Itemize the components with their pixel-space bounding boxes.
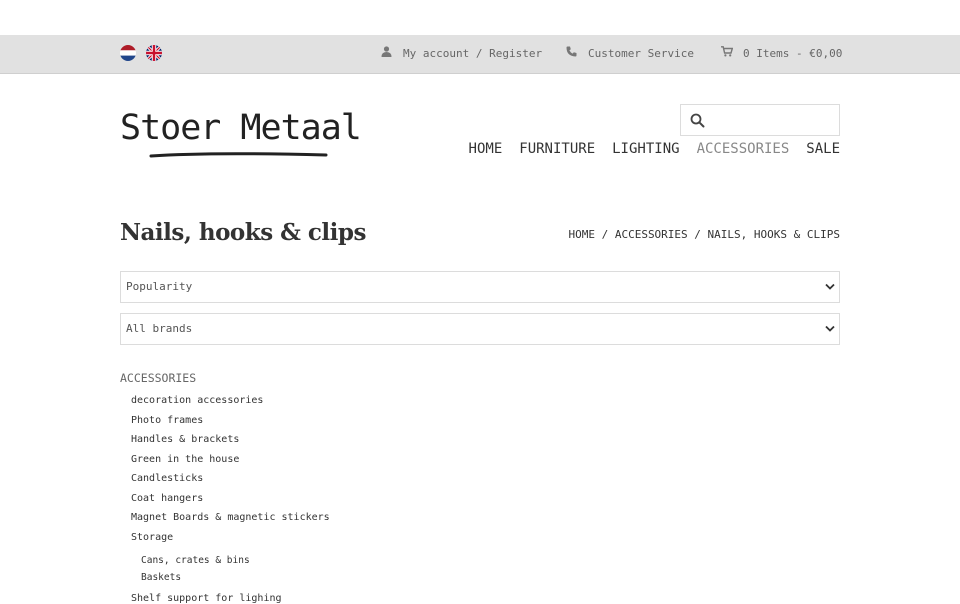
main-nav: HOME FURNITURE LIGHTING ACCESSORIES SALE xyxy=(469,141,840,157)
user-icon xyxy=(381,46,393,60)
breadcrumb[interactable]: HOME / ACCESSORIES / NAILS, HOOKS & CLIP… xyxy=(568,228,840,241)
cart-label: 0 Items - €0,00 xyxy=(743,47,843,60)
logo-underline xyxy=(149,152,328,158)
nav-home[interactable]: HOME xyxy=(469,141,503,157)
account-label: My account / Register xyxy=(403,47,543,60)
dutch-flag-icon[interactable] xyxy=(120,45,136,61)
search-icon[interactable] xyxy=(690,113,705,128)
category-list: decoration accessories Photo frames Hand… xyxy=(131,395,330,551)
nav-furniture[interactable]: FURNITURE xyxy=(519,141,595,157)
phone-icon xyxy=(566,46,578,60)
category-item-handles-brackets[interactable]: Handles & brackets xyxy=(131,434,330,454)
brand-select[interactable]: All brands xyxy=(120,313,840,345)
category-item-decoration-accessories[interactable]: decoration accessories xyxy=(131,395,330,415)
nav-accessories[interactable]: ACCESSORIES xyxy=(697,141,790,157)
cart-icon xyxy=(721,46,734,60)
customer-service-link[interactable]: Customer Service xyxy=(566,46,694,60)
search-box[interactable] xyxy=(680,104,840,136)
category-heading[interactable]: ACCESSORIES xyxy=(120,371,196,385)
chevron-down-icon xyxy=(825,283,835,290)
category-item-coat-hangers[interactable]: Coat hangers xyxy=(131,493,330,513)
category-item-photo-frames[interactable]: Photo frames xyxy=(131,415,330,435)
sort-select-value: Popularity xyxy=(126,280,193,293)
page-title: Nails, hooks & clips xyxy=(120,219,366,246)
logo-text: Stoer Metaal xyxy=(120,108,362,148)
category-item-green-in-the-house[interactable]: Green in the house xyxy=(131,454,330,474)
subcategory-list: Cans, crates & bins Baskets xyxy=(141,555,250,589)
subcategory-item-baskets[interactable]: Baskets xyxy=(141,572,250,589)
uk-flag-icon[interactable] xyxy=(146,45,162,61)
category-item-candlesticks[interactable]: Candlesticks xyxy=(131,473,330,493)
nav-sale[interactable]: SALE xyxy=(806,141,840,157)
category-item-shelf-support[interactable]: Shelf support for lighing xyxy=(131,593,282,604)
nav-lighting[interactable]: LIGHTING xyxy=(612,141,679,157)
category-item-magnet-boards[interactable]: Magnet Boards & magnetic stickers xyxy=(131,512,330,532)
search-input[interactable] xyxy=(711,109,835,131)
site-logo[interactable]: Stoer Metaal xyxy=(120,108,362,158)
sort-select[interactable]: Popularity xyxy=(120,271,840,303)
subcategory-item-cans-crates-bins[interactable]: Cans, crates & bins xyxy=(141,555,250,572)
category-item-storage[interactable]: Storage xyxy=(131,532,330,552)
account-link[interactable]: My account / Register xyxy=(381,46,542,60)
cart-link[interactable]: 0 Items - €0,00 xyxy=(721,46,842,60)
customer-service-label: Customer Service xyxy=(588,47,694,60)
chevron-down-icon xyxy=(825,325,835,332)
brand-select-value: All brands xyxy=(126,322,193,335)
